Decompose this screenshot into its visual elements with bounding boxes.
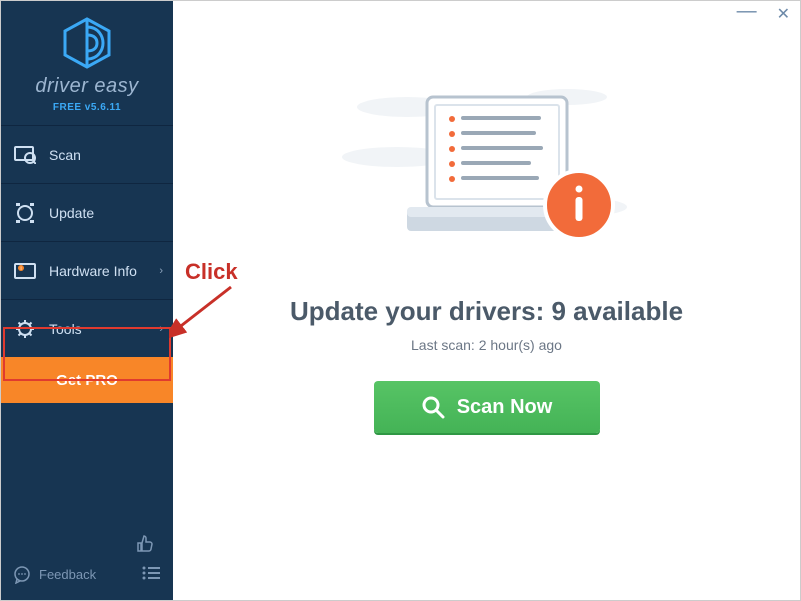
sidebar: driver easy FREE v5.6.11 Scan Update i H… [1, 1, 173, 600]
search-icon [421, 395, 445, 419]
brand-text: driver easy [1, 75, 173, 98]
sidebar-item-label: Scan [49, 147, 81, 163]
headline-prefix: Update your drivers: [290, 296, 552, 326]
sidebar-item-label: Hardware Info [49, 263, 137, 279]
tools-icon [13, 317, 37, 341]
chevron-right-icon: › [159, 265, 163, 277]
chevron-right-icon: › [159, 323, 163, 335]
scan-now-button[interactable]: Scan Now [374, 381, 600, 433]
logo-block: driver easy FREE v5.6.11 [1, 1, 173, 125]
feedback-label: Feedback [39, 567, 96, 582]
close-button[interactable]: ✕ [777, 7, 790, 27]
scan-now-label: Scan Now [457, 396, 553, 419]
window-controls: — ✕ [737, 7, 790, 27]
get-pro-label: Get PRO [56, 372, 118, 389]
headline-suffix: available [566, 296, 683, 326]
laptop-illustration [337, 77, 637, 272]
sidebar-bottom: Feedback [1, 524, 173, 600]
minimize-button[interactable]: — [737, 1, 757, 21]
version-text: FREE v5.6.11 [1, 102, 173, 113]
thumbs-up-icon[interactable] [135, 534, 155, 559]
headline: Update your drivers: 9 available [290, 296, 683, 327]
chat-icon [13, 566, 31, 584]
sidebar-item-hardware-info[interactable]: i Hardware Info › [1, 241, 173, 299]
sidebar-item-scan[interactable]: Scan [1, 125, 173, 183]
app-logo-icon [61, 17, 113, 69]
annotation-arrow-icon [169, 281, 239, 341]
svg-text:i: i [20, 266, 21, 272]
sidebar-item-update[interactable]: Update [1, 183, 173, 241]
list-icon[interactable] [141, 565, 161, 584]
update-icon [13, 201, 37, 225]
headline-count: 9 [551, 296, 565, 326]
feedback-button[interactable]: Feedback [13, 566, 96, 584]
main-panel: Update your drivers: 9 available Last sc… [173, 1, 800, 600]
sidebar-item-label: Update [49, 205, 94, 221]
sidebar-item-tools[interactable]: Tools › [1, 299, 173, 357]
app-window: — ✕ driver easy FREE v5.6.11 Scan Updat [0, 0, 801, 601]
last-scan-text: Last scan: 2 hour(s) ago [411, 337, 562, 353]
sidebar-item-label: Tools [49, 321, 82, 337]
get-pro-button[interactable]: Get PRO [1, 357, 173, 403]
hardware-icon: i [13, 259, 37, 283]
scan-icon [13, 143, 37, 167]
